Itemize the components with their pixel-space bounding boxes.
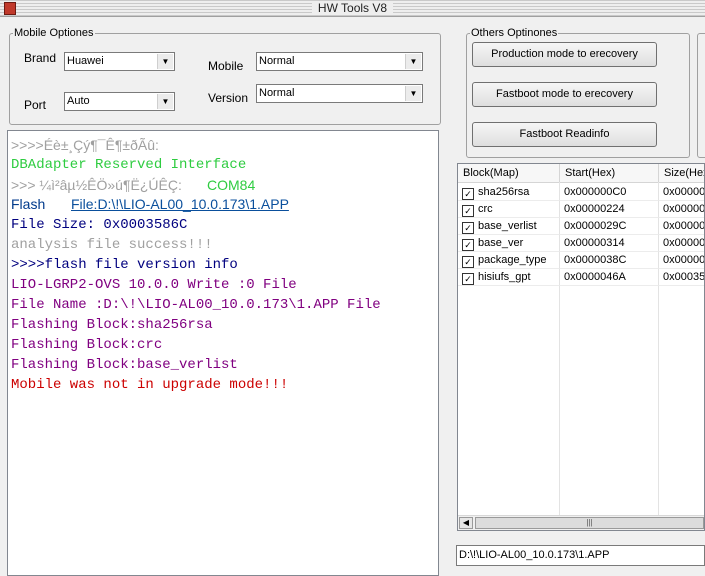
checkbox[interactable]: ✓: [462, 273, 474, 285]
table-row[interactable]: ✓ base_verlist 0x0000029C 0x00000: [458, 218, 704, 235]
log-line-port: COM84: [207, 177, 256, 193]
block-size: 0x00035: [659, 269, 704, 286]
log-line: analysis file success!!!: [11, 237, 213, 253]
column-header-start[interactable]: Start(Hex): [560, 164, 659, 182]
title-bar[interactable]: HW Tools V8: [0, 0, 705, 17]
port-value: Auto: [67, 95, 90, 107]
port-label: Port: [24, 98, 47, 112]
log-line: DBAdapter Reserved Interface: [11, 157, 247, 173]
mobile-label: Mobile: [208, 59, 244, 73]
block-size: 0x00000: [659, 201, 704, 218]
table-row[interactable]: ✓ crc 0x00000224 0x00000: [458, 201, 704, 218]
block-name: package_type: [478, 254, 547, 266]
block-start: 0x0000046A: [560, 269, 659, 286]
table-row[interactable]: ✓ package_type 0x0000038C 0x00000: [458, 252, 704, 269]
log-line: >>>>flash file version info: [11, 257, 238, 273]
fastboot-to-erecovery-button[interactable]: Fastboot mode to erecovery: [472, 82, 657, 107]
checkbox[interactable]: ✓: [462, 205, 474, 217]
others-options-legend: Others Optinones: [471, 27, 558, 39]
table-row[interactable]: ✓ base_ver 0x00000314 0x00000: [458, 235, 704, 252]
block-start: 0x0000029C: [560, 218, 659, 235]
log-line: >>> ¼ì²âµ½ÊÖ»ú¶Ë¿ÚÊÇ:: [11, 177, 182, 193]
log-panel[interactable]: >>>>Éè±¸Çý¶¯Ê¶±ðÃû: DBAdapter Reserved I…: [7, 130, 439, 576]
block-start: 0x000000C0: [560, 184, 659, 201]
brand-select[interactable]: Huawei ▼: [64, 52, 175, 71]
log-line: >>>>Éè±¸Çý¶¯Ê¶±ðÃû:: [11, 137, 159, 153]
log-line: Flashing Block:crc: [11, 337, 163, 353]
version-value: Normal: [259, 87, 295, 99]
block-name: base_ver: [478, 237, 524, 249]
block-name: base_verlist: [478, 220, 537, 232]
block-table[interactable]: Block(Map) Start(Hex) Size(Hex ✓ sha256rs…: [457, 163, 705, 531]
log-line-error: Mobile was not in upgrade mode!!!: [11, 377, 289, 393]
checkbox[interactable]: ✓: [462, 239, 474, 251]
version-label: Version: [208, 91, 249, 105]
brand-value: Huawei: [67, 55, 104, 67]
fastboot-readinfo-button[interactable]: Fastboot Readinfo: [472, 122, 657, 147]
mobile-value: Normal: [259, 55, 295, 67]
checkbox[interactable]: ✓: [462, 222, 474, 234]
file-path-field[interactable]: D:\!\LIO-AL00_10.0.173\1.APP: [456, 545, 705, 566]
block-size: 0x00000: [659, 218, 704, 235]
log-line: Flash: [11, 196, 46, 212]
log-line: LIO-LGRP2-OVS 10.0.0 Write :0 File: [11, 277, 297, 293]
table-header: Block(Map) Start(Hex) Size(Hex: [458, 164, 704, 183]
flash-file-link[interactable]: File:D:\!\LIO-AL00_10.0.173\1.APP: [71, 196, 289, 212]
horizontal-scrollbar[interactable]: ◀ |||: [458, 515, 704, 530]
log-line: Flashing Block:base_verlist: [11, 357, 238, 373]
checkbox[interactable]: ✓: [462, 256, 474, 268]
chevron-down-icon[interactable]: ▼: [157, 54, 173, 69]
chevron-down-icon[interactable]: ▼: [405, 86, 421, 101]
scroll-left-icon[interactable]: ◀: [459, 517, 473, 529]
production-to-erecovery-button[interactable]: Production mode to erecovery: [472, 42, 657, 67]
log-line: File Name :D:\!\LIO-AL00_10.0.173\1.APP …: [11, 297, 381, 313]
log-line: File Size: 0x0003586C: [11, 217, 188, 233]
table-row[interactable]: ✓ hisiufs_gpt 0x0000046A 0x00035: [458, 269, 704, 286]
mobile-select[interactable]: Normal ▼: [256, 52, 423, 71]
checkbox[interactable]: ✓: [462, 188, 474, 200]
table-row[interactable]: ✓ sha256rsa 0x000000C0 0x00000: [458, 184, 704, 201]
column-header-block[interactable]: Block(Map): [458, 164, 560, 182]
block-name: sha256rsa: [478, 186, 530, 198]
extra-options-group: [697, 33, 705, 158]
scrollbar-thumb[interactable]: |||: [475, 517, 704, 529]
block-size: 0x00000: [659, 235, 704, 252]
block-name: hisiufs_gpt: [478, 271, 531, 283]
mobile-options-legend: Mobile Optiones: [14, 27, 94, 39]
column-header-size[interactable]: Size(Hex: [659, 164, 704, 182]
window-title: HW Tools V8: [311, 1, 394, 15]
block-size: 0x00000: [659, 184, 704, 201]
log-line: Flashing Block:sha256rsa: [11, 317, 213, 333]
block-size: 0x00000: [659, 252, 704, 269]
block-start: 0x00000224: [560, 201, 659, 218]
chevron-down-icon[interactable]: ▼: [157, 94, 173, 109]
brand-label: Brand: [24, 51, 57, 65]
block-start: 0x0000038C: [560, 252, 659, 269]
block-name: crc: [478, 203, 493, 215]
chevron-down-icon[interactable]: ▼: [405, 54, 421, 69]
block-start: 0x00000314: [560, 235, 659, 252]
version-select[interactable]: Normal ▼: [256, 84, 423, 103]
port-select[interactable]: Auto ▼: [64, 92, 175, 111]
